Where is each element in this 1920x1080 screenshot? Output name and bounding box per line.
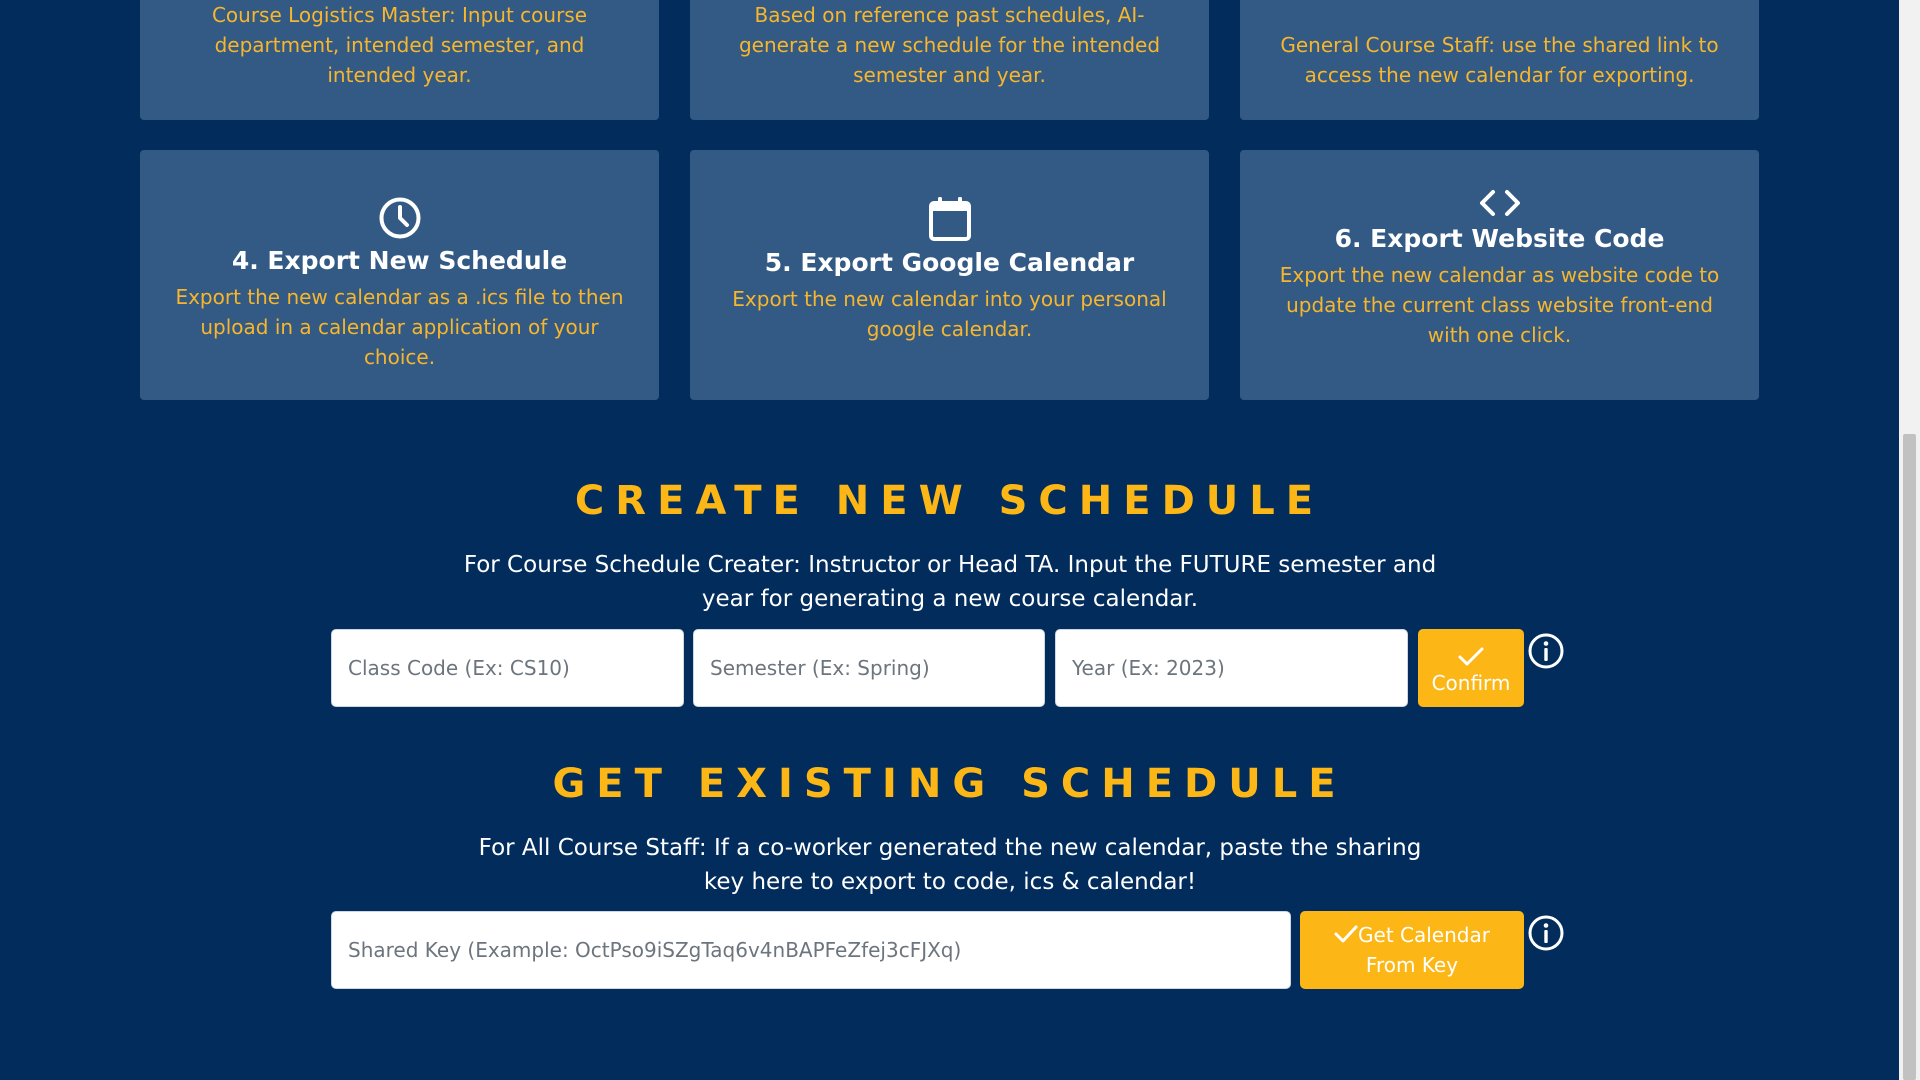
existing-section-description: For All Course Staff: If a co-worker gen…: [478, 835, 1422, 895]
step-card-3: General Course Staff: use the shared lin…: [1240, 0, 1759, 120]
step-card-2: Based on reference past schedules, AI-ge…: [690, 0, 1209, 120]
step-card-title: 4. Export New Schedule: [231, 246, 568, 275]
step-card-description: Based on reference past schedules, AI-ge…: [738, 3, 1161, 87]
code-icon: [1479, 190, 1520, 216]
step-card-description: Export the new calendar as website code …: [1279, 263, 1720, 347]
get-calendar-button[interactable]: Get Calendar From Key: [1300, 911, 1524, 989]
semester-input[interactable]: [693, 629, 1045, 707]
confirm-button[interactable]: Confirm: [1418, 629, 1524, 707]
step-card-1: Course Logistics Master: Input course de…: [140, 0, 659, 120]
page: Course Logistics Master: Input course de…: [0, 0, 1920, 1080]
clock-icon: [379, 197, 420, 239]
step-card-description: General Course Staff: use the shared lin…: [1280, 33, 1719, 87]
class-code-input[interactable]: [331, 629, 684, 707]
create-section-description: For Course Schedule Creater: Instructor …: [463, 552, 1437, 612]
step-card-description: Export the new calendar into your person…: [732, 287, 1167, 341]
step-card-4: 4. Export New Schedule Export the new ca…: [140, 150, 659, 400]
confirm-button-label: Confirm: [1431, 670, 1511, 695]
year-input[interactable]: [1055, 629, 1408, 707]
step-card-description: Course Logistics Master: Input course de…: [211, 3, 588, 87]
scrollbar-thumb[interactable]: [1903, 434, 1916, 1080]
existing-section-title: GET EXISTING SCHEDULE: [552, 761, 1347, 807]
step-card-6: 6. Export Website Code Export the new ca…: [1240, 150, 1759, 400]
step-card-5: 5. Export Google Calendar Export the new…: [690, 150, 1209, 400]
calendar-icon: [928, 197, 971, 241]
get-calendar-button-label: Get Calendar From Key: [1358, 923, 1490, 977]
page-scrollbar[interactable]: [1899, 0, 1920, 1080]
step-card-title: 5. Export Google Calendar: [764, 248, 1135, 277]
check-icon: [1334, 925, 1358, 943]
shared-key-input[interactable]: [331, 911, 1291, 989]
info-icon[interactable]: [1528, 915, 1564, 951]
step-card-title: 6. Export Website Code: [1334, 224, 1665, 253]
info-icon[interactable]: [1528, 633, 1564, 669]
create-section-title: CREATE NEW SCHEDULE: [574, 478, 1325, 524]
check-icon: [1458, 647, 1484, 665]
step-card-description: Export the new calendar as a .ics file t…: [175, 285, 624, 369]
